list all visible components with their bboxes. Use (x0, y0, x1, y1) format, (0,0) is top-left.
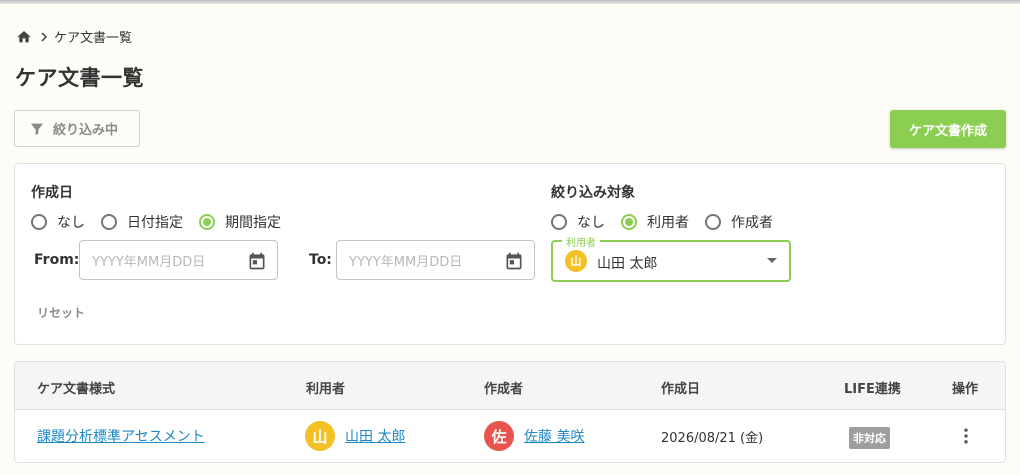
calendar-icon[interactable] (247, 251, 267, 271)
filter-toggle-button[interactable]: 絞り込み中 (14, 110, 140, 147)
filter-panel: 作成日 なし 日付指定 期間指定 From: YYYY年MM月DD日 To: Y… (14, 163, 1006, 345)
to-date-input[interactable]: YYYY年MM月DD日 (336, 240, 535, 280)
date-filter-options: なし 日付指定 期間指定 (31, 212, 297, 232)
radio-circle (705, 214, 721, 230)
filter-icon (29, 121, 45, 137)
user-select[interactable]: 利用者 山 山田 太郎 (551, 234, 791, 282)
table-row: 課題分析標準アセスメント 山 山田 太郎 佐 佐藤 美咲 2026/08/21 … (15, 410, 1005, 462)
from-date-input[interactable]: YYYY年MM月DD日 (79, 240, 278, 280)
user-select-label: 利用者 (562, 234, 600, 249)
calendar-icon[interactable] (504, 251, 524, 271)
breadcrumb: ケア文書一覧 (16, 27, 132, 46)
column-header-created: 作成日 (661, 382, 701, 397)
column-header-actions: 操作 (952, 382, 979, 397)
breadcrumb-current: ケア文書一覧 (54, 31, 133, 46)
document-form-link[interactable]: 課題分析標準アセスメント (37, 426, 205, 446)
care-document-table: ケア文書様式 利用者 作成者 作成日 LIFE連携 操作 課題分析標準アセスメン… (14, 361, 1006, 463)
date-filter-label: 作成日 (31, 185, 73, 201)
author-link[interactable]: 佐藤 美咲 (524, 426, 584, 446)
target-filter-label: 絞り込み対象 (551, 185, 635, 201)
user-link[interactable]: 山田 太郎 (345, 426, 405, 446)
column-header-author: 作成者 (484, 382, 524, 397)
date-option-range[interactable]: 期間指定 (199, 212, 281, 232)
home-icon[interactable] (16, 29, 32, 45)
target-option-user[interactable]: 利用者 (621, 212, 689, 232)
radio-circle-selected (199, 214, 215, 230)
author-cell: 佐 佐藤 美咲 (484, 421, 584, 451)
radio-circle-selected (621, 214, 637, 230)
reset-button[interactable]: リセット (37, 304, 85, 321)
document-form-cell: 課題分析標準アセスメント (37, 426, 205, 446)
to-label: To: (309, 252, 332, 268)
from-label: From: (34, 252, 80, 268)
more-vert-icon[interactable] (956, 426, 976, 446)
target-option-author[interactable]: 作成者 (705, 212, 773, 232)
date-option-none[interactable]: なし (31, 212, 85, 232)
avatar: 山 (305, 421, 335, 451)
target-filter-options: なし 利用者 作成者 (551, 212, 789, 232)
date-option-single[interactable]: 日付指定 (101, 212, 183, 232)
page-title: ケア文書一覧 (15, 66, 144, 90)
created-date-cell: 2026/08/21 (金) (661, 431, 764, 446)
avatar: 佐 (484, 421, 514, 451)
life-cell: 非対応 (849, 427, 890, 449)
table-header: ケア文書様式 利用者 作成者 作成日 LIFE連携 操作 (15, 362, 1005, 410)
top-shadow (0, 0, 1020, 4)
radio-circle (31, 214, 47, 230)
user-cell: 山 山田 太郎 (305, 421, 405, 451)
filter-button-label: 絞り込み中 (53, 123, 119, 138)
row-actions-cell (956, 426, 976, 446)
dropdown-arrow-icon (767, 258, 777, 263)
avatar: 山 (565, 250, 587, 272)
column-header-user: 利用者 (306, 382, 346, 397)
chevron-right-icon (38, 31, 50, 43)
selected-user-name: 山田 太郎 (597, 256, 658, 272)
status-badge: 非対応 (849, 427, 890, 449)
target-option-none[interactable]: なし (551, 212, 605, 232)
column-header-form: ケア文書様式 (37, 382, 116, 397)
radio-circle (551, 214, 567, 230)
column-header-life: LIFE連携 (844, 382, 901, 397)
radio-circle (101, 214, 117, 230)
create-care-document-button[interactable]: ケア文書作成 (890, 110, 1006, 148)
